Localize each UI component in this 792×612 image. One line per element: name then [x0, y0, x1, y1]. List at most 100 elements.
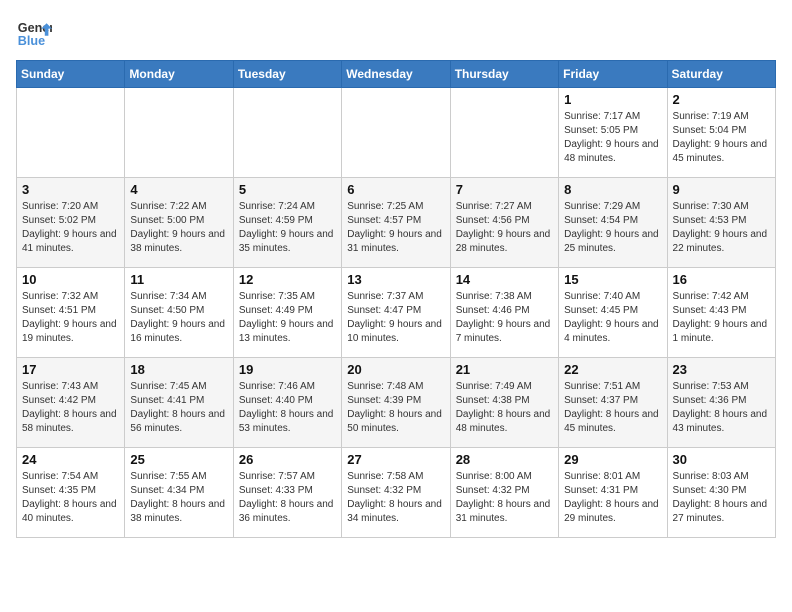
- day-number: 13: [347, 272, 444, 287]
- weekday-header-saturday: Saturday: [667, 61, 775, 88]
- day-info: Sunrise: 8:01 AM Sunset: 4:31 PM Dayligh…: [564, 470, 661, 526]
- calendar-cell: 6 Sunrise: 7:25 AM Sunset: 4:57 PM Daylig…: [342, 178, 450, 268]
- calendar-cell: 29 Sunrise: 8:01 AM Sunset: 4:31 PM Dayli…: [559, 448, 667, 538]
- weekday-header-friday: Friday: [559, 61, 667, 88]
- day-number: 15: [564, 272, 661, 287]
- day-number: 24: [22, 452, 119, 467]
- calendar-cell: [17, 88, 125, 178]
- day-number: 5: [239, 182, 336, 197]
- day-info: Sunrise: 7:19 AM Sunset: 5:04 PM Dayligh…: [673, 110, 770, 166]
- calendar-cell: 23 Sunrise: 7:53 AM Sunset: 4:36 PM Dayli…: [667, 358, 775, 448]
- calendar-table: SundayMondayTuesdayWednesdayThursdayFrid…: [16, 60, 776, 538]
- calendar-cell: 13 Sunrise: 7:37 AM Sunset: 4:47 PM Dayli…: [342, 268, 450, 358]
- calendar-cell: 25 Sunrise: 7:55 AM Sunset: 4:34 PM Dayli…: [125, 448, 233, 538]
- calendar-cell: [233, 88, 341, 178]
- calendar-cell: [125, 88, 233, 178]
- day-info: Sunrise: 7:54 AM Sunset: 4:35 PM Dayligh…: [22, 470, 119, 526]
- calendar-cell: 8 Sunrise: 7:29 AM Sunset: 4:54 PM Daylig…: [559, 178, 667, 268]
- day-number: 27: [347, 452, 444, 467]
- day-number: 3: [22, 182, 119, 197]
- day-info: Sunrise: 7:35 AM Sunset: 4:49 PM Dayligh…: [239, 290, 336, 346]
- page-header: General Blue: [16, 16, 776, 52]
- day-info: Sunrise: 7:30 AM Sunset: 4:53 PM Dayligh…: [673, 200, 770, 256]
- day-number: 28: [456, 452, 553, 467]
- calendar-cell: 4Sunrise: 7:22 AM Sunset: 5:00 PM Daylig…: [125, 178, 233, 268]
- day-number: 17: [22, 362, 119, 377]
- day-info: Sunrise: 7:55 AM Sunset: 4:34 PM Dayligh…: [130, 470, 227, 526]
- day-number: 1: [564, 92, 661, 107]
- day-info: Sunrise: 7:58 AM Sunset: 4:32 PM Dayligh…: [347, 470, 444, 526]
- day-info: Sunrise: 7:49 AM Sunset: 4:38 PM Dayligh…: [456, 380, 553, 436]
- day-info: Sunrise: 7:24 AM Sunset: 4:59 PM Dayligh…: [239, 200, 336, 256]
- calendar-cell: 1 Sunrise: 7:17 AM Sunset: 5:05 PM Daylig…: [559, 88, 667, 178]
- logo-icon: General Blue: [16, 16, 52, 52]
- calendar-cell: 17 Sunrise: 7:43 AM Sunset: 4:42 PM Dayli…: [17, 358, 125, 448]
- calendar-cell: 24 Sunrise: 7:54 AM Sunset: 4:35 PM Dayli…: [17, 448, 125, 538]
- calendar-cell: 2 Sunrise: 7:19 AM Sunset: 5:04 PM Daylig…: [667, 88, 775, 178]
- day-info: Sunrise: 7:20 AM Sunset: 5:02 PM Dayligh…: [22, 200, 119, 256]
- day-info: Sunrise: 8:03 AM Sunset: 4:30 PM Dayligh…: [673, 470, 770, 526]
- day-info: Sunrise: 7:48 AM Sunset: 4:39 PM Dayligh…: [347, 380, 444, 436]
- calendar-cell: 11 Sunrise: 7:34 AM Sunset: 4:50 PM Dayli…: [125, 268, 233, 358]
- calendar-cell: 15 Sunrise: 7:40 AM Sunset: 4:45 PM Dayli…: [559, 268, 667, 358]
- day-info: Sunrise: 7:37 AM Sunset: 4:47 PM Dayligh…: [347, 290, 444, 346]
- calendar-cell: 22 Sunrise: 7:51 AM Sunset: 4:37 PM Dayli…: [559, 358, 667, 448]
- day-number: 14: [456, 272, 553, 287]
- calendar-cell: 21 Sunrise: 7:49 AM Sunset: 4:38 PM Dayli…: [450, 358, 558, 448]
- day-number: 11: [130, 272, 227, 287]
- weekday-header-tuesday: Tuesday: [233, 61, 341, 88]
- calendar-cell: 27 Sunrise: 7:58 AM Sunset: 4:32 PM Dayli…: [342, 448, 450, 538]
- calendar-cell: 14 Sunrise: 7:38 AM Sunset: 4:46 PM Dayli…: [450, 268, 558, 358]
- calendar-cell: 12 Sunrise: 7:35 AM Sunset: 4:49 PM Dayli…: [233, 268, 341, 358]
- day-info: Sunrise: 7:38 AM Sunset: 4:46 PM Dayligh…: [456, 290, 553, 346]
- weekday-header-monday: Monday: [125, 61, 233, 88]
- day-info: Sunrise: 7:22 AM Sunset: 5:00 PM Dayligh…: [130, 200, 227, 256]
- calendar-cell: [342, 88, 450, 178]
- calendar-cell: [450, 88, 558, 178]
- day-number: 25: [130, 452, 227, 467]
- calendar-cell: 10 Sunrise: 7:32 AM Sunset: 4:51 PM Dayli…: [17, 268, 125, 358]
- day-info: Sunrise: 7:45 AM Sunset: 4:41 PM Dayligh…: [130, 380, 227, 436]
- day-info: Sunrise: 7:17 AM Sunset: 5:05 PM Dayligh…: [564, 110, 661, 166]
- day-number: 6: [347, 182, 444, 197]
- svg-text:Blue: Blue: [18, 34, 45, 48]
- day-info: Sunrise: 7:46 AM Sunset: 4:40 PM Dayligh…: [239, 380, 336, 436]
- day-info: Sunrise: 7:57 AM Sunset: 4:33 PM Dayligh…: [239, 470, 336, 526]
- day-number: 21: [456, 362, 553, 377]
- day-info: Sunrise: 7:43 AM Sunset: 4:42 PM Dayligh…: [22, 380, 119, 436]
- day-number: 9: [673, 182, 770, 197]
- calendar-cell: 26Sunrise: 7:57 AM Sunset: 4:33 PM Dayli…: [233, 448, 341, 538]
- day-info: Sunrise: 7:40 AM Sunset: 4:45 PM Dayligh…: [564, 290, 661, 346]
- day-info: Sunrise: 7:32 AM Sunset: 4:51 PM Dayligh…: [22, 290, 119, 346]
- calendar-cell: 19Sunrise: 7:46 AM Sunset: 4:40 PM Dayli…: [233, 358, 341, 448]
- day-info: Sunrise: 7:25 AM Sunset: 4:57 PM Dayligh…: [347, 200, 444, 256]
- day-info: Sunrise: 7:53 AM Sunset: 4:36 PM Dayligh…: [673, 380, 770, 436]
- day-info: Sunrise: 8:00 AM Sunset: 4:32 PM Dayligh…: [456, 470, 553, 526]
- day-number: 18: [130, 362, 227, 377]
- calendar-cell: 3 Sunrise: 7:20 AM Sunset: 5:02 PM Daylig…: [17, 178, 125, 268]
- day-number: 29: [564, 452, 661, 467]
- day-info: Sunrise: 7:51 AM Sunset: 4:37 PM Dayligh…: [564, 380, 661, 436]
- calendar-cell: 20 Sunrise: 7:48 AM Sunset: 4:39 PM Dayli…: [342, 358, 450, 448]
- day-number: 10: [22, 272, 119, 287]
- calendar-cell: 18 Sunrise: 7:45 AM Sunset: 4:41 PM Dayli…: [125, 358, 233, 448]
- day-number: 8: [564, 182, 661, 197]
- calendar-cell: 9 Sunrise: 7:30 AM Sunset: 4:53 PM Daylig…: [667, 178, 775, 268]
- calendar-cell: 30 Sunrise: 8:03 AM Sunset: 4:30 PM Dayli…: [667, 448, 775, 538]
- day-info: Sunrise: 7:29 AM Sunset: 4:54 PM Dayligh…: [564, 200, 661, 256]
- day-number: 12: [239, 272, 336, 287]
- day-number: 30: [673, 452, 770, 467]
- weekday-header-wednesday: Wednesday: [342, 61, 450, 88]
- day-number: 22: [564, 362, 661, 377]
- day-number: 2: [673, 92, 770, 107]
- day-info: Sunrise: 7:42 AM Sunset: 4:43 PM Dayligh…: [673, 290, 770, 346]
- weekday-header-thursday: Thursday: [450, 61, 558, 88]
- calendar-cell: 16Sunrise: 7:42 AM Sunset: 4:43 PM Dayli…: [667, 268, 775, 358]
- day-number: 20: [347, 362, 444, 377]
- day-number: 7: [456, 182, 553, 197]
- day-info: Sunrise: 7:27 AM Sunset: 4:56 PM Dayligh…: [456, 200, 553, 256]
- calendar-cell: 7 Sunrise: 7:27 AM Sunset: 4:56 PM Daylig…: [450, 178, 558, 268]
- calendar-cell: 28 Sunrise: 8:00 AM Sunset: 4:32 PM Dayli…: [450, 448, 558, 538]
- day-number: 23: [673, 362, 770, 377]
- day-info: Sunrise: 7:34 AM Sunset: 4:50 PM Dayligh…: [130, 290, 227, 346]
